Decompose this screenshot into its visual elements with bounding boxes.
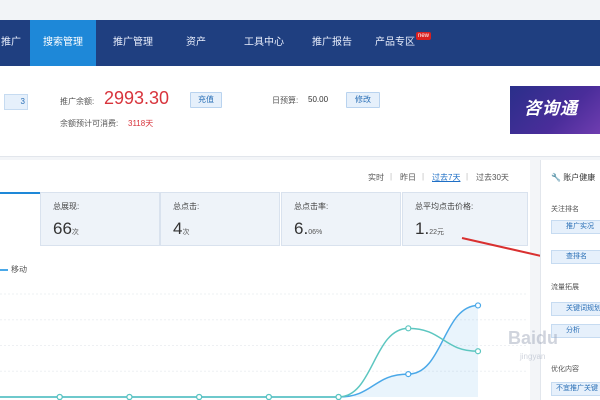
stat-card-impressions[interactable]: 总展现: 66次 xyxy=(40,192,160,246)
data-point[interactable] xyxy=(405,371,412,378)
recharge-button[interactable]: 充值 xyxy=(190,92,222,108)
nav-item-search-management[interactable]: 搜索管理 xyxy=(30,20,96,66)
sidebar-section-traffic: 流量拓展 xyxy=(551,284,579,291)
daily-budget-value: 50.00 xyxy=(308,95,329,104)
range-last-30-days[interactable]: 过去30天 xyxy=(476,172,509,183)
range-realtime[interactable]: 实时 xyxy=(368,172,384,183)
nav-item-assets[interactable]: 资产 xyxy=(170,20,222,66)
data-point[interactable] xyxy=(474,348,482,355)
right-sidebar: 🔧 账户健康 关注排名 推广实况 查排名 流量拓展 关键词规划 分析 优化内容 … xyxy=(540,160,600,400)
stat-label: 总点击率: xyxy=(294,202,329,211)
series-area xyxy=(0,305,478,397)
data-point[interactable] xyxy=(56,393,63,400)
legend-swatch xyxy=(0,268,8,271)
main-navbar: 推广 搜索管理 推广管理 资产 工具中心 推广报告 产品专区 new xyxy=(0,20,600,66)
range-separator: | xyxy=(422,172,425,181)
unsuitable-keywords-button[interactable]: 不宜推广关键 xyxy=(551,382,600,396)
remaining-label: 余额预计可消费: xyxy=(60,119,119,128)
check-rank-button[interactable]: 查排名 xyxy=(551,250,600,264)
data-point[interactable] xyxy=(126,393,133,400)
wrench-icon: 🔧 xyxy=(551,173,561,182)
stat-value: 66次 xyxy=(53,219,79,238)
stat-label: 总平均点击价格: xyxy=(415,202,474,211)
top-strip xyxy=(0,0,600,21)
side-value-box[interactable]: 3 xyxy=(4,94,28,110)
stat-value: 4次 xyxy=(173,219,190,238)
range-last-7-days[interactable]: 过去7天 xyxy=(432,172,460,183)
data-point[interactable] xyxy=(405,325,412,332)
stat-value: 6.06% xyxy=(294,219,323,238)
range-separator: | xyxy=(390,172,393,181)
nav-item-promotion-management[interactable]: 推广管理 xyxy=(100,20,166,66)
banner-text: 咨询通 xyxy=(524,99,578,118)
range-separator: | xyxy=(466,172,469,181)
sidebar-section-rank: 关注排名 xyxy=(551,206,579,213)
promo-banner[interactable]: 咨询通 xyxy=(510,86,600,134)
legend-label: 移动 xyxy=(11,265,27,274)
nav-item-promotion[interactable]: 推广 xyxy=(0,20,22,66)
sidebar-title: 🔧 账户健康 xyxy=(551,173,596,182)
edit-budget-button[interactable]: 修改 xyxy=(346,92,380,108)
stat-card-clicks[interactable]: 总点击: 4次 xyxy=(160,192,280,246)
sidebar-section-optimize: 优化内容 xyxy=(551,366,579,373)
daily-budget-label: 日预算: xyxy=(272,96,299,105)
analysis-button[interactable]: 分析 xyxy=(551,324,600,338)
balance-label: 推广余额: xyxy=(60,97,95,106)
stat-label: 总展现: xyxy=(53,202,80,211)
nav-item-product-zone[interactable]: 产品专区 xyxy=(366,20,424,66)
new-badge: new xyxy=(416,32,432,40)
balance-value: 2993.30 xyxy=(104,88,170,108)
nav-item-tool-center[interactable]: 工具中心 xyxy=(232,20,296,66)
watermark-sub: jingyan xyxy=(520,352,546,361)
nav-item-promotion-report[interactable]: 推广报告 xyxy=(300,20,364,66)
data-point[interactable] xyxy=(474,302,482,309)
remaining-value: 3118天 xyxy=(128,119,154,128)
range-yesterday[interactable]: 昨日 xyxy=(400,172,416,183)
data-point[interactable] xyxy=(335,393,342,400)
trend-line-chart xyxy=(0,293,526,400)
data-point[interactable] xyxy=(265,393,272,400)
stat-label: 总点击: xyxy=(173,202,200,211)
live-promotion-button[interactable]: 推广实况 xyxy=(551,220,600,234)
keyword-planner-button[interactable]: 关键词规划 xyxy=(551,302,600,316)
data-point[interactable] xyxy=(196,393,203,400)
stat-card-ctr[interactable]: 总点击率: 6.06% xyxy=(281,192,401,246)
chart-legend: 移动 xyxy=(0,264,27,275)
stat-value: 1.22元 xyxy=(415,219,444,238)
watermark-logo: Baidu xyxy=(508,328,559,348)
stat-card-selected-edge xyxy=(0,192,40,248)
